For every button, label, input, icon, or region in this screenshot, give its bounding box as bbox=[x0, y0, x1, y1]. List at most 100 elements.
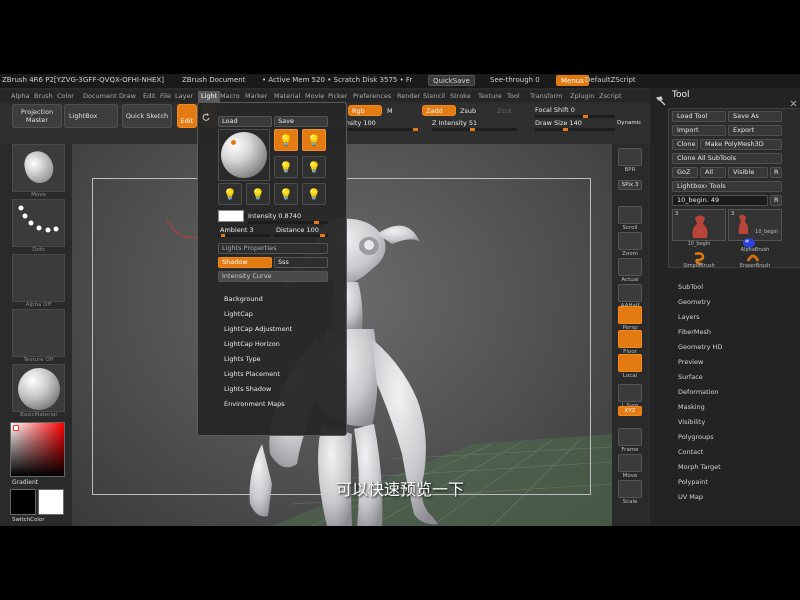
light-2-bulb-icon[interactable]: 💡 bbox=[302, 129, 326, 151]
light-7-bulb-icon[interactable]: 💡 bbox=[274, 183, 298, 205]
light-preview-sphere[interactable] bbox=[218, 129, 270, 181]
load-tool-button[interactable]: Load Tool bbox=[672, 111, 726, 122]
light-item-lights-shadow[interactable]: Lights Shadow bbox=[224, 385, 271, 393]
light-3-bulb-icon[interactable]: 💡 bbox=[274, 156, 298, 178]
focal-shift-track[interactable] bbox=[535, 115, 615, 118]
menu-zplugin[interactable]: Zplugin bbox=[570, 92, 595, 100]
light-position-dot[interactable] bbox=[231, 140, 236, 145]
menu-file[interactable]: File bbox=[160, 92, 171, 100]
z-intensity-track[interactable] bbox=[432, 128, 517, 131]
menu-draw[interactable]: Draw bbox=[119, 92, 136, 100]
floor-button[interactable] bbox=[618, 330, 642, 348]
r-tool-button[interactable]: R bbox=[770, 195, 782, 206]
light-8-bulb-icon[interactable]: 💡 bbox=[302, 183, 326, 205]
r-button[interactable]: R bbox=[770, 167, 782, 178]
light-item-lightcap-horizon[interactable]: LightCap Horizon bbox=[224, 340, 280, 348]
menu-brush[interactable]: Brush bbox=[34, 92, 53, 100]
subpalette-morph-target[interactable]: Morph Target bbox=[678, 463, 721, 471]
menu-render[interactable]: Render bbox=[397, 92, 420, 100]
subpalette-fibermesh[interactable]: FiberMesh bbox=[678, 328, 711, 336]
local-button[interactable] bbox=[618, 354, 642, 372]
light-load-button[interactable]: Load bbox=[218, 116, 272, 127]
menu-material[interactable]: Material bbox=[274, 92, 300, 100]
quicksave-button[interactable]: QuickSave bbox=[428, 75, 475, 86]
lightbox-button[interactable]: LightBox bbox=[64, 104, 118, 128]
all-button[interactable]: All bbox=[700, 167, 726, 178]
lights-properties-header[interactable]: Lights Properties bbox=[218, 243, 328, 254]
default-script-button[interactable]: DefaultZScript bbox=[585, 76, 636, 84]
refresh-icon[interactable] bbox=[202, 106, 210, 121]
zsub-button[interactable]: Zsub bbox=[460, 107, 476, 115]
see-through-slider[interactable]: See-through 0 bbox=[490, 76, 540, 84]
distance-slider[interactable]: Distance 100 bbox=[276, 226, 319, 234]
light-item-background[interactable]: Background bbox=[224, 295, 263, 303]
menu-edit[interactable]: Edit bbox=[143, 92, 156, 100]
current-tool-slider[interactable]: 10_begin. 49 bbox=[672, 195, 768, 206]
tool-thumb-10-begin-a[interactable]: 3 bbox=[672, 209, 726, 241]
lightbox-tools-button[interactable]: Lightbox› Tools bbox=[672, 181, 782, 192]
ambient-slider[interactable]: Ambient 3 bbox=[220, 226, 254, 234]
palette-close-icon[interactable] bbox=[790, 92, 797, 107]
export-button[interactable]: Export bbox=[728, 125, 782, 136]
texture-thumbnail[interactable] bbox=[12, 309, 65, 357]
light-item-lights-placement[interactable]: Lights Placement bbox=[224, 370, 280, 378]
menu-picker[interactable]: Picker bbox=[328, 92, 347, 100]
zcut-button[interactable]: Zcut bbox=[497, 107, 512, 115]
visible-button[interactable]: Visible bbox=[728, 167, 768, 178]
actual-button[interactable] bbox=[618, 258, 642, 276]
light-item-lights-type[interactable]: Lights Type bbox=[224, 355, 261, 363]
menu-texture[interactable]: Texture bbox=[478, 92, 502, 100]
light-item-environment-maps[interactable]: Environment Maps bbox=[224, 400, 285, 408]
focal-shift-slider[interactable]: Focal Shift 0 bbox=[535, 106, 575, 114]
viewport-bottom-arrow-icon[interactable] bbox=[334, 518, 348, 524]
intensity-curve-button[interactable]: Intensity Curve bbox=[218, 271, 328, 282]
frame-button[interactable] bbox=[618, 428, 642, 446]
scroll-button[interactable] bbox=[618, 206, 642, 224]
make-polymesh-button[interactable]: Make PolyMesh3D bbox=[700, 139, 782, 150]
subpalette-contact[interactable]: Contact bbox=[678, 448, 703, 456]
menu-movie[interactable]: Movie bbox=[305, 92, 324, 100]
light-intensity-track[interactable] bbox=[248, 221, 328, 224]
subpalette-subtool[interactable]: SubTool bbox=[678, 283, 703, 291]
brush-thumbnail[interactable] bbox=[12, 144, 65, 192]
draw-size-slider[interactable]: Draw Size 140 bbox=[535, 119, 582, 127]
light-save-button[interactable]: Save bbox=[274, 116, 328, 127]
subpalette-visibility[interactable]: Visibility bbox=[678, 418, 705, 426]
menu-stencil[interactable]: Stencil bbox=[423, 92, 445, 100]
subpalette-geometry-hd[interactable]: Geometry HD bbox=[678, 343, 722, 351]
clone-button[interactable]: Clone bbox=[672, 139, 698, 150]
zadd-button[interactable]: Zadd bbox=[422, 105, 456, 116]
m-button[interactable]: M bbox=[387, 107, 393, 115]
color-picker[interactable] bbox=[10, 422, 65, 477]
menu-preferences[interactable]: Preferences bbox=[353, 92, 391, 100]
goz-button[interactable]: GoZ bbox=[672, 167, 698, 178]
import-button[interactable]: Import bbox=[672, 125, 726, 136]
material-thumbnail[interactable] bbox=[12, 364, 65, 412]
simplebrush-icon[interactable] bbox=[692, 250, 706, 266]
z-intensity-slider[interactable]: Z Intensity 51 bbox=[432, 119, 477, 127]
light-6-bulb-icon[interactable]: 💡 bbox=[246, 183, 270, 205]
menu-light[interactable]: Light bbox=[198, 91, 221, 102]
stroke-thumbnail[interactable] bbox=[12, 199, 65, 247]
distance-track[interactable] bbox=[274, 234, 328, 237]
aahalf-button[interactable] bbox=[618, 284, 642, 302]
menu-macro[interactable]: Macro bbox=[220, 92, 240, 100]
quick-sketch-button[interactable]: Quick Sketch bbox=[122, 104, 172, 128]
rgb-button[interactable]: Rgb bbox=[348, 105, 382, 116]
projection-master-button[interactable]: Projection Master bbox=[12, 104, 62, 128]
light-item-lightcap-adjustment[interactable]: LightCap Adjustment bbox=[224, 325, 292, 333]
menu-alpha[interactable]: Alpha bbox=[11, 92, 29, 100]
draw-size-track[interactable] bbox=[535, 128, 615, 131]
sss-tab[interactable]: Sss bbox=[274, 257, 328, 268]
light-color-swatch[interactable] bbox=[218, 210, 244, 222]
menu-layer[interactable]: Layer bbox=[175, 92, 193, 100]
subpalette-masking[interactable]: Masking bbox=[678, 403, 705, 411]
color-picker-handle[interactable] bbox=[13, 425, 19, 431]
menu-stroke[interactable]: Stroke bbox=[450, 92, 471, 100]
light-intensity-slider[interactable]: Intensity 0.8740 bbox=[248, 212, 301, 220]
menus-button[interactable]: Menus bbox=[556, 75, 589, 86]
subpalette-preview[interactable]: Preview bbox=[678, 358, 703, 366]
menu-tool[interactable]: Tool bbox=[507, 92, 520, 100]
alphabrush-icon[interactable] bbox=[742, 234, 756, 248]
dynamic-toggle[interactable]: Dynamic bbox=[617, 120, 641, 126]
